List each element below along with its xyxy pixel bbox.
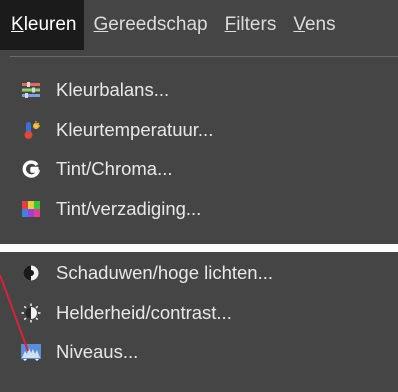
menu-item-color-balance[interactable]: Kleurbalans... (0, 71, 398, 109)
menubar-item-vensters[interactable]: Vens (285, 0, 342, 50)
menubar-item-kleuren[interactable]: Kleuren (0, 0, 84, 50)
menu-top-panel: Kleuren Gereedschap Filters Vens Kleurba… (0, 0, 398, 244)
color-temperature-icon (20, 119, 42, 141)
shadows-highlights-icon (20, 262, 42, 284)
hue-saturation-icon (20, 198, 42, 220)
menu-item-levels[interactable]: Niveaus... (0, 333, 398, 371)
menu-separator (10, 56, 398, 57)
menubar: Kleuren Gereedschap Filters Vens (0, 0, 398, 50)
menubar-item-label: Vens (293, 14, 336, 35)
menu-bottom-panel: Schaduwen/hoge lichten... Helderheid/con… (0, 252, 398, 392)
brightness-contrast-icon (20, 302, 42, 324)
menubar-item-label: Kleuren (11, 14, 77, 35)
hue-chroma-icon (20, 158, 42, 180)
menu-item-color-temperature[interactable]: Kleurtemperatuur... (0, 111, 398, 149)
menu-item-hue-chroma[interactable]: Tint/Chroma... (0, 150, 398, 188)
menu-item-label: Tint/verzadiging... (56, 198, 202, 219)
menubar-item-filters[interactable]: Filters (217, 0, 284, 50)
menu-item-label: Schaduwen/hoge lichten... (56, 262, 274, 283)
menu-item-label: Niveaus... (56, 341, 139, 362)
menubar-item-label: Filters (224, 14, 277, 35)
menubar-item-label: Gereedschap (93, 14, 208, 35)
menu-item-label: Kleurbalans... (56, 79, 170, 100)
menu-item-label: Tint/Chroma... (56, 158, 173, 179)
menu-item-brightness-contrast[interactable]: Helderheid/contrast... (0, 294, 398, 332)
menu-item-label: Helderheid/contrast... (56, 302, 232, 323)
menubar-item-gereedschap[interactable]: Gereedschap (86, 0, 215, 50)
menu-item-label: Kleurtemperatuur... (56, 119, 214, 140)
menu-item-hue-saturation[interactable]: Tint/verzadiging... (0, 190, 398, 228)
menu-item-shadows-highlights[interactable]: Schaduwen/hoge lichten... (0, 254, 398, 292)
levels-icon (20, 341, 42, 363)
color-balance-icon (20, 79, 42, 101)
